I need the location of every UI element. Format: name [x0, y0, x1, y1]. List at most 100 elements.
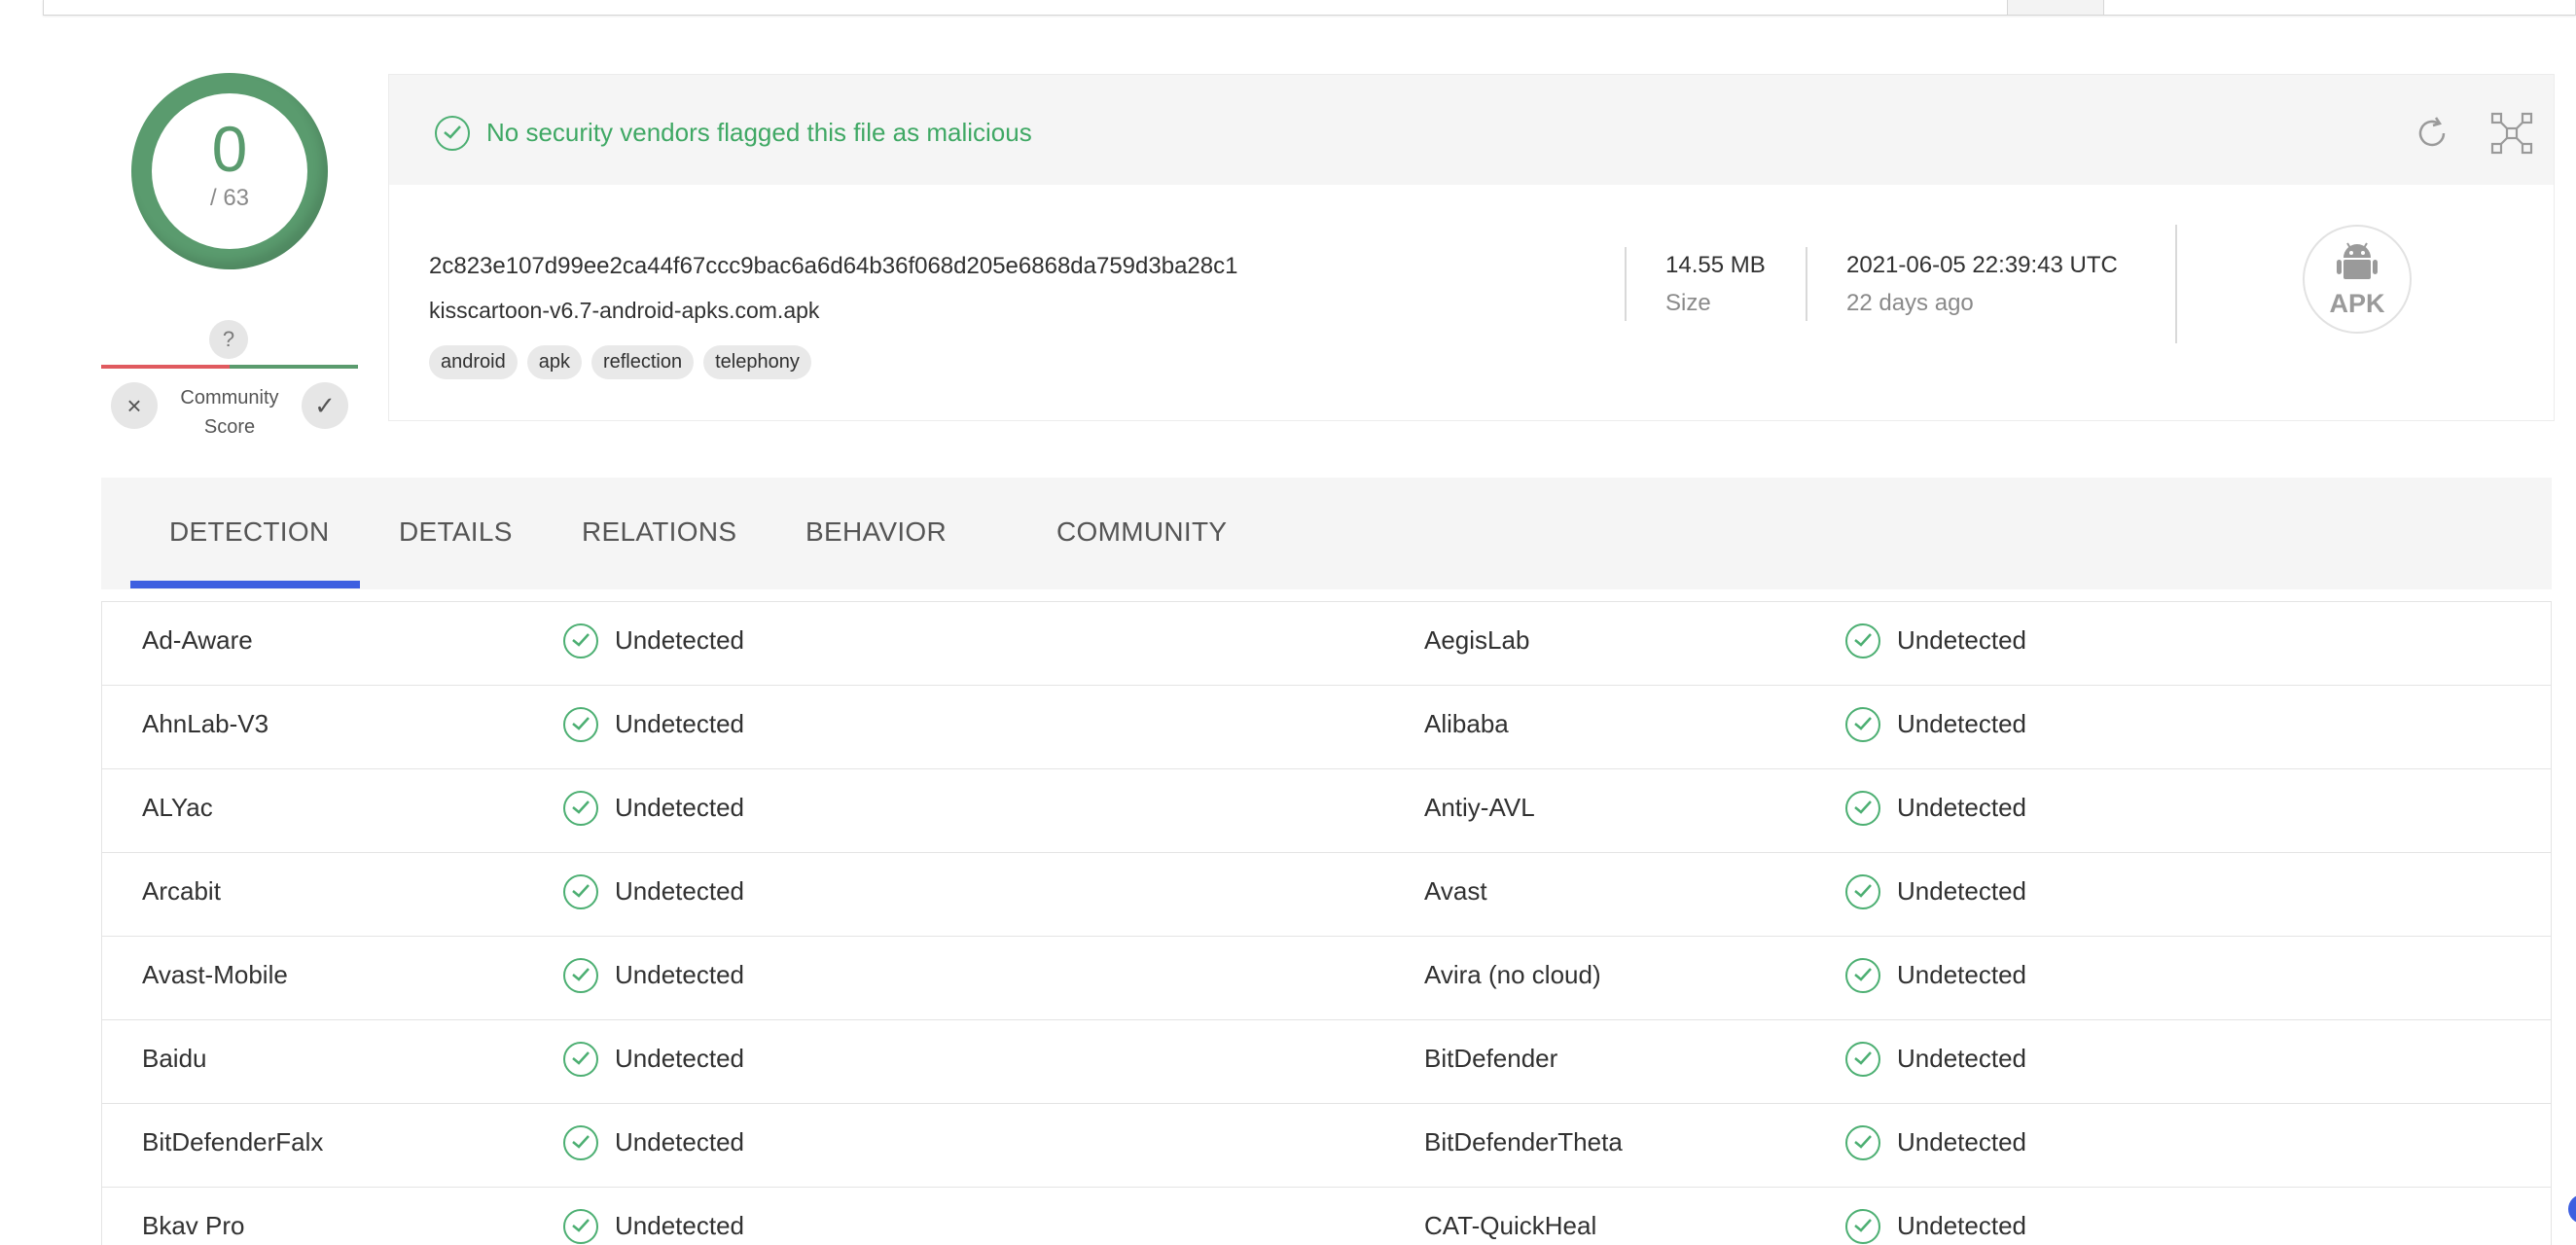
check-circle-icon — [1845, 1042, 1880, 1077]
file-hash[interactable]: 2c823e107d99ee2ca44f67ccc9bac6a6d64b36f0… — [429, 253, 1237, 280]
tab-details[interactable]: DETAILS — [399, 516, 513, 548]
search-bar[interactable] — [43, 0, 2576, 16]
divider — [2175, 225, 2177, 343]
engine-name: Avast — [1424, 876, 1487, 906]
status-message: No security vendors flagged this file as… — [486, 118, 1032, 147]
tab-behavior[interactable]: BEHAVIOR — [805, 516, 947, 548]
engine-name: BitDefenderFalx — [142, 1127, 324, 1156]
detection-result: Undetected — [615, 625, 744, 655]
community-score-negative-bar — [101, 365, 230, 369]
table-row: Arcabit Undetected Avast Undetected — [102, 853, 2551, 937]
check-circle-icon — [563, 1125, 598, 1160]
status-banner: No security vendors flagged this file as… — [389, 75, 2554, 185]
tag[interactable]: reflection — [590, 345, 695, 379]
file-summary-card: No security vendors flagged this file as… — [388, 74, 2555, 421]
graph-view-icon[interactable] — [2488, 110, 2535, 157]
detection-result: Undetected — [615, 1211, 744, 1240]
table-row: ALYac Undetected Antiy-AVL Undetected — [102, 769, 2551, 853]
engine-total: / 63 — [209, 185, 250, 211]
check-circle-icon — [435, 116, 470, 151]
active-tab-indicator — [130, 581, 360, 588]
android-apk-icon: APK — [2303, 225, 2412, 334]
check-circle-icon — [1845, 958, 1880, 993]
vote-harmless-button[interactable]: ✓ — [302, 382, 348, 429]
detection-result: Undetected — [615, 960, 744, 989]
check-circle-icon — [563, 707, 598, 742]
tab-community[interactable]: COMMUNITY — [1056, 516, 1227, 548]
table-row: Ad-Aware Undetected AegisLab Undetected — [102, 602, 2551, 686]
check-circle-icon — [563, 1042, 598, 1077]
file-name: kisscartoon-v6.7-android-apks.com.apk — [429, 298, 820, 323]
analysis-date-value: 2021-06-05 22:39:43 UTC — [1846, 252, 2118, 278]
detection-result: Undetected — [1897, 1127, 2026, 1156]
table-row: Bkav Pro Undetected CAT-QuickHeal Undetecte… — [102, 1188, 2551, 1245]
community-score-label: Community Score — [165, 383, 294, 442]
table-row: BitDefenderFalx Undetected BitDefenderThet… — [102, 1104, 2551, 1188]
tag[interactable]: apk — [526, 345, 582, 379]
detection-score-inner: 0 / 63 — [152, 93, 307, 249]
detection-count: 0 — [211, 113, 248, 185]
engine-name: Antiy-AVL — [1424, 793, 1535, 822]
detection-result: Undetected — [1897, 876, 2026, 906]
table-row: Baidu Undetected BitDefender Undetected — [102, 1020, 2551, 1104]
detection-result: Undetected — [615, 876, 744, 906]
detection-result: Undetected — [1897, 1044, 2026, 1073]
file-type-label: APK — [2329, 289, 2385, 318]
check-circle-icon — [1845, 623, 1880, 658]
check-circle-icon — [1845, 1209, 1880, 1244]
check-circle-icon — [563, 623, 598, 658]
divider — [1806, 247, 1807, 321]
engine-name: AegisLab — [1424, 625, 1530, 655]
detection-result: Undetected — [615, 793, 744, 822]
engine-name: AhnLab-V3 — [142, 709, 269, 738]
tab-detection[interactable]: DETECTION — [169, 516, 329, 548]
detection-table: Ad-Aware Undetected AegisLab Undetected AhnL… — [101, 601, 2552, 1245]
community-score-label-line2: Score — [203, 416, 256, 438]
table-row: Avast-Mobile Undetected Avira (no cloud) Un… — [102, 937, 2551, 1020]
detection-result: Undetected — [1897, 625, 2026, 655]
vote-harmful-button[interactable]: × — [111, 382, 158, 429]
detection-result: Undetected — [615, 1044, 744, 1073]
check-circle-icon — [563, 791, 598, 826]
engine-name: Alibaba — [1424, 709, 1509, 738]
engine-name: Bkav Pro — [142, 1211, 245, 1240]
analysis-date-relative: 22 days ago — [1846, 290, 1974, 316]
detection-result: Undetected — [1897, 793, 2026, 822]
check-circle-icon — [1845, 707, 1880, 742]
check-circle-icon — [563, 958, 598, 993]
community-score-label-line1: Community — [180, 387, 279, 409]
report-tabs: DETECTION DETAILS RELATIONS BEHAVIOR COM… — [101, 478, 2552, 589]
file-size-value: 14.55 MB — [1665, 252, 1766, 278]
engine-name: Arcabit — [142, 876, 221, 906]
detection-score-ring: 0 / 63 — [131, 73, 328, 269]
community-score-positive-bar — [230, 365, 358, 369]
detection-result: Undetected — [1897, 709, 2026, 738]
tag[interactable]: android — [429, 345, 518, 379]
engine-name: BitDefenderTheta — [1424, 1127, 1623, 1156]
table-row: AhnLab-V3 Undetected Alibaba Undetected — [102, 686, 2551, 769]
community-score-unknown-icon: ? — [209, 320, 248, 359]
tag[interactable]: telephony — [703, 345, 811, 379]
check-circle-icon — [1845, 791, 1880, 826]
check-circle-icon — [1845, 1125, 1880, 1160]
check-circle-icon — [1845, 874, 1880, 909]
refresh-icon[interactable] — [2413, 114, 2451, 153]
engine-name: Ad-Aware — [142, 625, 253, 655]
engine-name: Baidu — [142, 1044, 207, 1073]
tab-relations[interactable]: RELATIONS — [582, 516, 736, 548]
check-circle-icon — [563, 874, 598, 909]
engine-name: Avira (no cloud) — [1424, 960, 1601, 989]
engine-name: BitDefender — [1424, 1044, 1558, 1073]
search-bar-segment[interactable] — [2007, 0, 2104, 15]
engine-name: ALYac — [142, 793, 213, 822]
check-circle-icon — [563, 1209, 598, 1244]
detection-result: Undetected — [615, 1127, 744, 1156]
divider — [1625, 247, 1627, 321]
detection-result: Undetected — [615, 709, 744, 738]
chat-launcher-button[interactable] — [2568, 1194, 2576, 1224]
engine-name: Avast-Mobile — [142, 960, 288, 989]
tag-list: android apk reflection telephony — [429, 345, 811, 379]
detection-result: Undetected — [1897, 1211, 2026, 1240]
engine-name: CAT-QuickHeal — [1424, 1211, 1597, 1240]
detection-result: Undetected — [1897, 960, 2026, 989]
